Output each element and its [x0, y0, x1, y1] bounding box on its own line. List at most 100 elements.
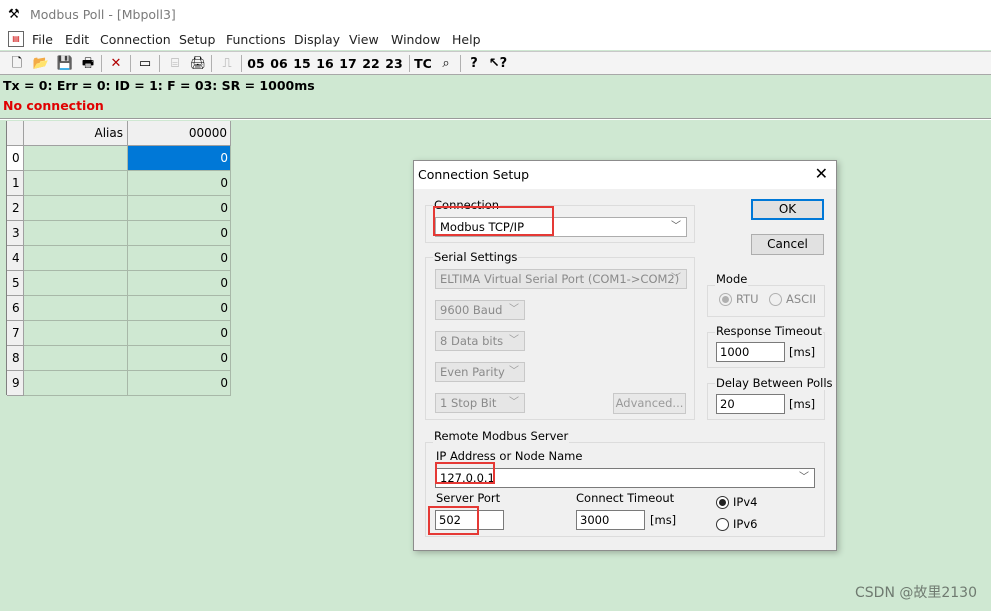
menu-view[interactable]: View: [349, 32, 379, 47]
table-row[interactable]: 00: [7, 146, 231, 171]
register-value-cell[interactable]: 0: [128, 371, 231, 396]
menu-help[interactable]: Help: [452, 32, 481, 47]
baud-select[interactable]: 9600 Baud ﹀: [435, 300, 525, 320]
address-column-header[interactable]: 00000: [128, 121, 231, 146]
ok-button[interactable]: OK: [751, 199, 824, 220]
register-value-cell[interactable]: 0: [128, 196, 231, 221]
title-bar: ⚒ Modbus Poll - [Mbpoll3]: [0, 0, 991, 30]
printer-queue-icon[interactable]: 🖨: [189, 54, 207, 73]
connect-timeout-label: Connect Timeout: [576, 491, 675, 505]
alias-column-header[interactable]: Alias: [24, 121, 128, 146]
fc-15-button[interactable]: 15: [292, 54, 312, 73]
table-row[interactable]: 10: [7, 171, 231, 196]
alias-cell[interactable]: [24, 271, 128, 296]
alias-cell[interactable]: [24, 221, 128, 246]
document-icon[interactable]: ▤: [8, 31, 24, 47]
mode-ascii-radio[interactable]: [769, 293, 782, 306]
window-icon[interactable]: ▭: [136, 54, 154, 73]
cancel-button[interactable]: Cancel: [751, 234, 824, 255]
register-value-cell[interactable]: 0: [128, 246, 231, 271]
tc-button[interactable]: TC: [413, 54, 433, 73]
alias-cell[interactable]: [24, 171, 128, 196]
fc-23-button[interactable]: 23: [384, 54, 404, 73]
context-help-icon[interactable]: ↖?: [488, 54, 508, 73]
response-timeout-input[interactable]: 1000: [716, 342, 785, 362]
register-value-cell[interactable]: 0: [128, 296, 231, 321]
table-row[interactable]: 40: [7, 246, 231, 271]
table-row[interactable]: 50: [7, 271, 231, 296]
dialog-title: Connection Setup: [418, 167, 530, 182]
register-value-cell[interactable]: 0: [128, 221, 231, 246]
alias-cell[interactable]: [24, 246, 128, 271]
new-icon[interactable]: 🗋: [8, 54, 26, 73]
menu-display[interactable]: Display: [294, 32, 340, 47]
modbus-app-icon[interactable]: ⚒: [8, 7, 24, 23]
register-value-cell[interactable]: 0: [128, 346, 231, 371]
toolbar-separator: [409, 55, 410, 72]
remote-server-label: Remote Modbus Server: [433, 429, 570, 443]
connect-timeout-unit: [ms]: [650, 513, 677, 527]
register-value-cell[interactable]: 0: [128, 146, 231, 171]
alias-cell[interactable]: [24, 196, 128, 221]
ipv4-radio[interactable]: [716, 496, 729, 509]
close-icon[interactable]: ✕: [815, 165, 828, 183]
row-index: 9: [7, 371, 24, 396]
delay-polls-input[interactable]: 20: [716, 394, 785, 414]
fc-22-button[interactable]: 22: [361, 54, 381, 73]
table-row[interactable]: 60: [7, 296, 231, 321]
table-row[interactable]: 20: [7, 196, 231, 221]
row-index: 5: [7, 271, 24, 296]
save-icon[interactable]: 💾: [56, 54, 74, 73]
fc-06-button[interactable]: 06: [269, 54, 289, 73]
serial-settings-label: Serial Settings: [433, 250, 519, 264]
menu-functions[interactable]: Functions: [226, 32, 286, 47]
table-row[interactable]: 30: [7, 221, 231, 246]
highlight-box: [433, 206, 554, 236]
register-value-cell[interactable]: 0: [128, 321, 231, 346]
menu-connection[interactable]: Connection: [100, 32, 171, 47]
toolbar: 🗋 📂 💾 🖶 ✕ ▭ ⌸ 🖨 ⎍ 05 06 15 16 17 22 23 T…: [0, 51, 991, 75]
table-row[interactable]: 70: [7, 321, 231, 346]
connect-timeout-input[interactable]: 3000: [576, 510, 645, 530]
serial-port-select[interactable]: ELTIMA Virtual Serial Port (COM1->COM2) …: [435, 269, 687, 289]
fc-05-button[interactable]: 05: [246, 54, 266, 73]
alias-cell[interactable]: [24, 346, 128, 371]
menu-edit[interactable]: Edit: [65, 32, 89, 47]
register-value-cell[interactable]: 0: [128, 271, 231, 296]
menu-setup[interactable]: Setup: [179, 32, 215, 47]
alias-cell[interactable]: [24, 371, 128, 396]
ipv4-label: IPv4: [733, 495, 758, 509]
stop-bits-select[interactable]: 1 Stop Bit ﹀: [435, 393, 525, 413]
print-icon[interactable]: 🖶: [79, 54, 97, 73]
pane-divider: [0, 118, 991, 120]
menu-bar: ▤ File Edit Connection Setup Functions D…: [0, 30, 991, 50]
data-bits-select[interactable]: 8 Data bits ﹀: [435, 331, 525, 351]
fc-16-button[interactable]: 16: [315, 54, 335, 73]
delete-icon[interactable]: ✕: [107, 54, 125, 73]
menu-file[interactable]: File: [32, 32, 53, 47]
pulse-icon[interactable]: ⎍: [217, 54, 237, 73]
highlight-box: [428, 506, 479, 535]
help-icon[interactable]: ?: [465, 54, 483, 73]
toolbar-separator: [211, 55, 212, 72]
open-icon[interactable]: 📂: [32, 54, 50, 73]
comm-traffic-icon[interactable]: ⌕: [436, 54, 456, 73]
register-value-cell[interactable]: 0: [128, 171, 231, 196]
table-row[interactable]: 80: [7, 346, 231, 371]
ipv6-radio[interactable]: [716, 518, 729, 531]
row-index: 3: [7, 221, 24, 246]
data-bits-value: 8 Data bits: [440, 334, 504, 348]
alias-cell[interactable]: [24, 296, 128, 321]
mode-group-label: Mode: [715, 272, 749, 286]
parity-select[interactable]: Even Parity ﹀: [435, 362, 525, 382]
connect-icon[interactable]: ⌸: [164, 54, 186, 73]
baud-value: 9600 Baud: [440, 303, 503, 317]
alias-cell[interactable]: [24, 146, 128, 171]
fc-17-button[interactable]: 17: [338, 54, 358, 73]
advanced-button[interactable]: Advanced...: [613, 393, 686, 414]
alias-cell[interactable]: [24, 321, 128, 346]
menu-window[interactable]: Window: [391, 32, 440, 47]
ipv6-label: IPv6: [733, 517, 758, 531]
mode-rtu-radio[interactable]: [719, 293, 732, 306]
table-row[interactable]: 90: [7, 371, 231, 396]
